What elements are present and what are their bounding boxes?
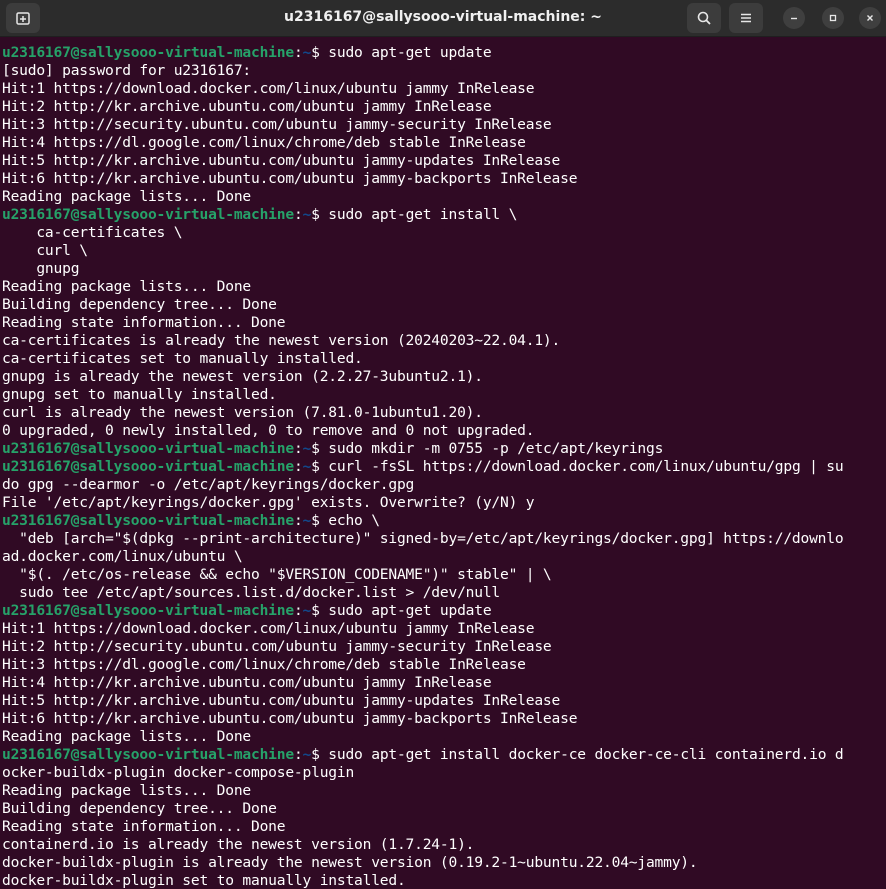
prompt-line: u2316167@sallysooo-virtual-machine:~$ cu… bbox=[0, 458, 886, 476]
command-text: $ sudo apt-get install docker-ce docker-… bbox=[311, 746, 844, 763]
prompt-separator: : bbox=[293, 512, 303, 529]
output-line: "$(. /etc/os-release && echo "$VERSION_C… bbox=[2, 566, 552, 583]
prompt-path: ~ bbox=[302, 746, 312, 763]
prompt-separator: : bbox=[293, 440, 303, 457]
search-button[interactable] bbox=[687, 3, 721, 33]
output-line: ca-certificates set to manually installe… bbox=[2, 350, 363, 367]
command-text: $ sudo mkdir -m 0755 -p /etc/apt/keyring… bbox=[311, 440, 664, 457]
prompt-path: ~ bbox=[302, 44, 312, 61]
search-icon bbox=[697, 11, 711, 25]
title-bar: u2316167@sallysooo-virtual-machine: ~ bbox=[0, 0, 886, 37]
prompt-line: u2316167@sallysooo-virtual-machine:~$ su… bbox=[0, 206, 886, 224]
prompt-path: ~ bbox=[302, 512, 312, 529]
prompt-path: ~ bbox=[302, 602, 312, 619]
output-line: ad.docker.com/linux/ubuntu \ bbox=[2, 548, 243, 565]
output-line: [sudo] password for u2316167: bbox=[2, 62, 251, 79]
prompt-separator: : bbox=[293, 44, 303, 61]
prompt-user-host: u2316167@sallysooo-virtual-machine bbox=[2, 206, 294, 223]
prompt-path: ~ bbox=[302, 206, 312, 223]
command-text: $ echo \ bbox=[311, 512, 380, 529]
output-line: Hit:3 http://security.ubuntu.com/ubuntu … bbox=[2, 116, 552, 133]
output-line: containerd.io is already the newest vers… bbox=[2, 836, 475, 853]
output-line: File '/etc/apt/keyrings/docker.gpg' exis… bbox=[2, 494, 535, 511]
prompt-user-host: u2316167@sallysooo-virtual-machine bbox=[2, 44, 294, 61]
output-line: Hit:6 http://kr.archive.ubuntu.com/ubunt… bbox=[2, 170, 578, 187]
output-line: Hit:4 http://kr.archive.ubuntu.com/ubunt… bbox=[2, 674, 492, 691]
close-button[interactable] bbox=[859, 7, 881, 29]
close-icon bbox=[867, 15, 873, 21]
output-line: Reading package lists... Done bbox=[2, 728, 251, 745]
output-line: ocker-buildx-plugin docker-compose-plugi… bbox=[2, 764, 355, 781]
maximize-icon bbox=[829, 14, 837, 22]
output-line: Reading state information... Done bbox=[2, 314, 286, 331]
output-line: Reading package lists... Done bbox=[2, 188, 251, 205]
output-line: "deb [arch="$(dpkg --print-architecture)… bbox=[2, 530, 844, 547]
prompt-separator: : bbox=[293, 602, 303, 619]
output-line: Hit:4 https://dl.google.com/linux/chrome… bbox=[2, 134, 526, 151]
minimize-button[interactable] bbox=[783, 7, 805, 29]
hamburger-menu-icon bbox=[741, 13, 751, 23]
output-line: ca-certificates is already the newest ve… bbox=[2, 332, 561, 349]
prompt-user-host: u2316167@sallysooo-virtual-machine bbox=[2, 440, 294, 457]
output-line: gnupg is already the newest version (2.2… bbox=[2, 368, 483, 385]
output-line: Hit:2 http://kr.archive.ubuntu.com/ubunt… bbox=[2, 98, 492, 115]
prompt-path: ~ bbox=[302, 458, 312, 475]
output-line: do gpg --dearmor -o /etc/apt/keyrings/do… bbox=[2, 476, 415, 493]
output-line: gnupg bbox=[2, 260, 80, 277]
output-line: curl is already the newest version (7.81… bbox=[2, 404, 483, 421]
prompt-line: u2316167@sallysooo-virtual-machine:~$ su… bbox=[0, 440, 886, 458]
maximize-button[interactable] bbox=[822, 7, 844, 29]
output-line: ca-certificates \ bbox=[2, 224, 183, 241]
menu-button[interactable] bbox=[729, 3, 763, 33]
prompt-separator: : bbox=[293, 746, 303, 763]
prompt-line: u2316167@sallysooo-virtual-machine:~$ su… bbox=[0, 44, 886, 62]
output-line: Hit:2 http://security.ubuntu.com/ubuntu … bbox=[2, 638, 552, 655]
prompt-line: u2316167@sallysooo-virtual-machine:~$ su… bbox=[0, 602, 886, 620]
prompt-path: ~ bbox=[302, 440, 312, 457]
output-line: 0 upgraded, 0 newly installed, 0 to remo… bbox=[2, 422, 535, 439]
output-line: Hit:6 http://kr.archive.ubuntu.com/ubunt… bbox=[2, 710, 578, 727]
output-line: Hit:1 https://download.docker.com/linux/… bbox=[2, 620, 535, 637]
output-line: Building dependency tree... Done bbox=[2, 296, 277, 313]
prompt-user-host: u2316167@sallysooo-virtual-machine bbox=[2, 602, 294, 619]
output-line: Building dependency tree... Done bbox=[2, 800, 277, 817]
minimize-icon bbox=[791, 17, 797, 20]
output-line: Reading package lists... Done bbox=[2, 278, 251, 295]
output-line: Hit:5 http://kr.archive.ubuntu.com/ubunt… bbox=[2, 152, 561, 169]
output-line: Reading package lists... Done bbox=[2, 782, 251, 799]
prompt-user-host: u2316167@sallysooo-virtual-machine bbox=[2, 746, 294, 763]
prompt-user-host: u2316167@sallysooo-virtual-machine bbox=[2, 512, 294, 529]
command-text: $ curl -fsSL https://download.docker.com… bbox=[311, 458, 844, 475]
output-line: curl \ bbox=[2, 242, 88, 259]
output-line: Reading state information... Done bbox=[2, 818, 286, 835]
output-line: docker-buildx-plugin set to manually ins… bbox=[2, 872, 406, 889]
output-line: gnupg set to manually installed. bbox=[2, 386, 277, 403]
prompt-separator: : bbox=[293, 458, 303, 475]
output-line: Hit:5 http://kr.archive.ubuntu.com/ubunt… bbox=[2, 692, 561, 709]
output-line: docker-buildx-plugin is already the newe… bbox=[2, 854, 698, 871]
command-text: $ sudo apt-get install \ bbox=[311, 206, 518, 223]
command-text: $ sudo apt-get update bbox=[311, 44, 492, 61]
prompt-separator: : bbox=[293, 206, 303, 223]
output-line: Hit:1 https://download.docker.com/linux/… bbox=[2, 80, 535, 97]
prompt-line: u2316167@sallysooo-virtual-machine:~$ ec… bbox=[0, 512, 886, 530]
output-line: Hit:3 https://dl.google.com/linux/chrome… bbox=[2, 656, 526, 673]
terminal-output[interactable]: u2316167@sallysooo-virtual-machine:~$ su… bbox=[0, 44, 886, 889]
output-line: sudo tee /etc/apt/sources.list.d/docker.… bbox=[2, 584, 500, 601]
command-text: $ sudo apt-get update bbox=[311, 602, 492, 619]
prompt-user-host: u2316167@sallysooo-virtual-machine bbox=[2, 458, 294, 475]
prompt-line: u2316167@sallysooo-virtual-machine:~$ su… bbox=[0, 746, 886, 764]
